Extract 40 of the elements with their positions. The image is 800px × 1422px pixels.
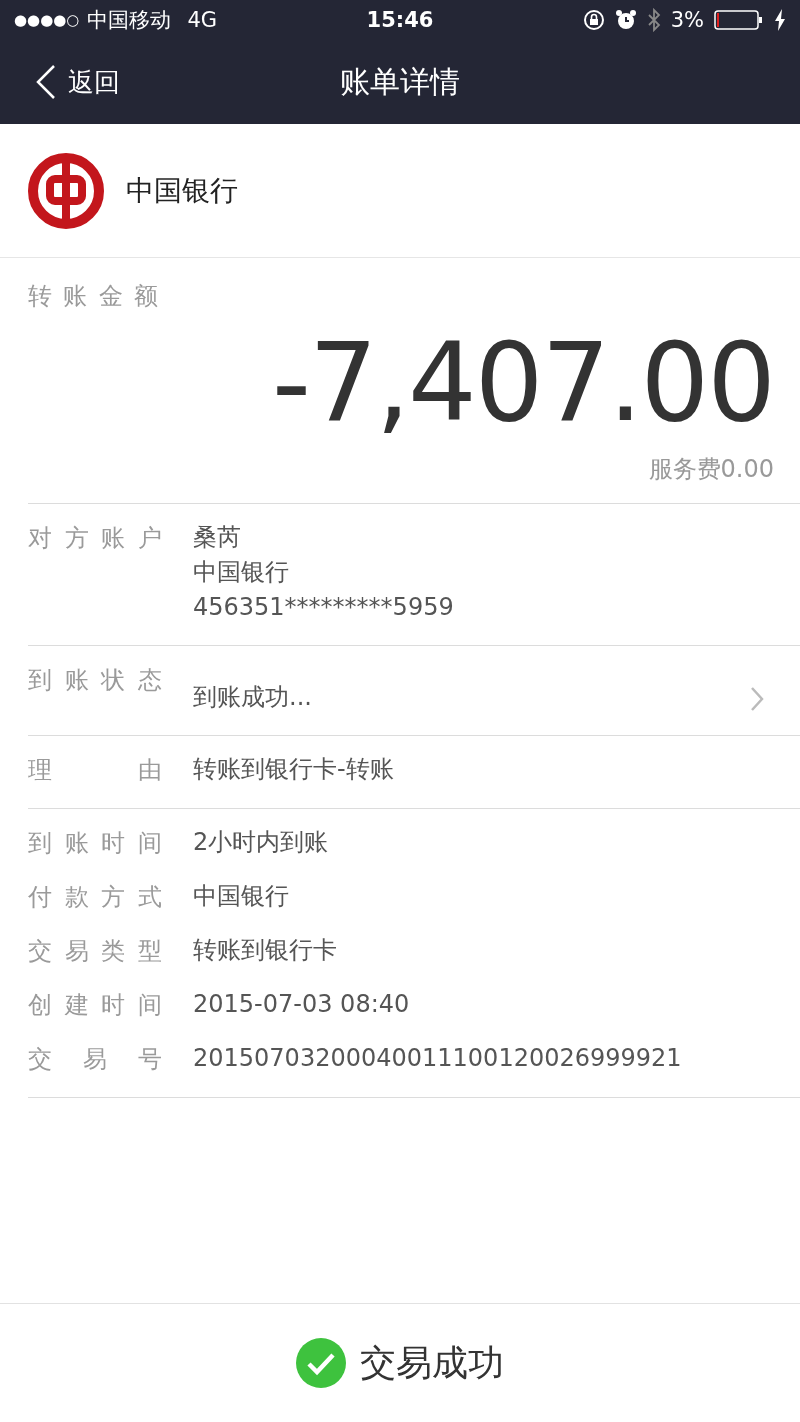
field-label: 理由	[28, 754, 162, 786]
field-label: 交易类型	[28, 935, 162, 967]
field-value: 中国银行	[193, 880, 290, 912]
charging-icon	[774, 9, 786, 31]
field-value: 到账成功...	[193, 681, 313, 713]
network-type: 4G	[187, 8, 218, 32]
battery-percent: 3%	[670, 8, 704, 32]
field-label: 创建时间	[28, 989, 162, 1021]
rotation-lock-icon	[582, 9, 605, 31]
field-value: 转账到银行卡-转账	[193, 753, 395, 785]
alarm-icon	[614, 9, 637, 31]
field-value: 中国银行	[193, 556, 290, 588]
bank-logo-icon	[28, 152, 104, 229]
field-value: 桑芮	[193, 521, 242, 553]
field-value: 2015-07-03 08:40	[193, 988, 411, 1020]
service-fee: 服务费0.00	[648, 453, 774, 485]
detail-link-row[interactable]: 到账状态 到账成功...	[28, 663, 800, 713]
page-title: 账单详情	[340, 62, 460, 101]
field-value: 20150703200040011100120026999921	[193, 1042, 683, 1074]
success-check-icon	[296, 1338, 346, 1388]
transaction-status: 交易成功	[360, 1340, 504, 1385]
bank-name: 中国银行	[126, 172, 238, 209]
signal-strength: ●●●●○	[14, 11, 80, 29]
clock-time: 15:46	[366, 8, 434, 32]
chevron-left-icon	[36, 65, 56, 99]
field-label: 对方账户	[28, 522, 162, 554]
bluetooth-icon	[646, 8, 661, 32]
field-value: 2小时内到账	[193, 826, 330, 858]
field-label: 到账状态	[28, 664, 162, 696]
battery-icon	[714, 10, 764, 30]
field-value: 456351*********5959	[193, 591, 455, 623]
back-button[interactable]: 返回	[36, 64, 120, 100]
field-label: 付款方式	[28, 881, 162, 913]
field-value: 转账到银行卡	[193, 934, 338, 966]
amount-value: -7,407.00	[272, 324, 774, 443]
field-label: 到账时间	[28, 827, 162, 859]
chevron-right-icon	[750, 685, 764, 712]
amount-label: 转账金额	[28, 281, 162, 312]
field-label: 交易号	[28, 1043, 162, 1075]
carrier-name: 中国移动	[87, 7, 172, 34]
